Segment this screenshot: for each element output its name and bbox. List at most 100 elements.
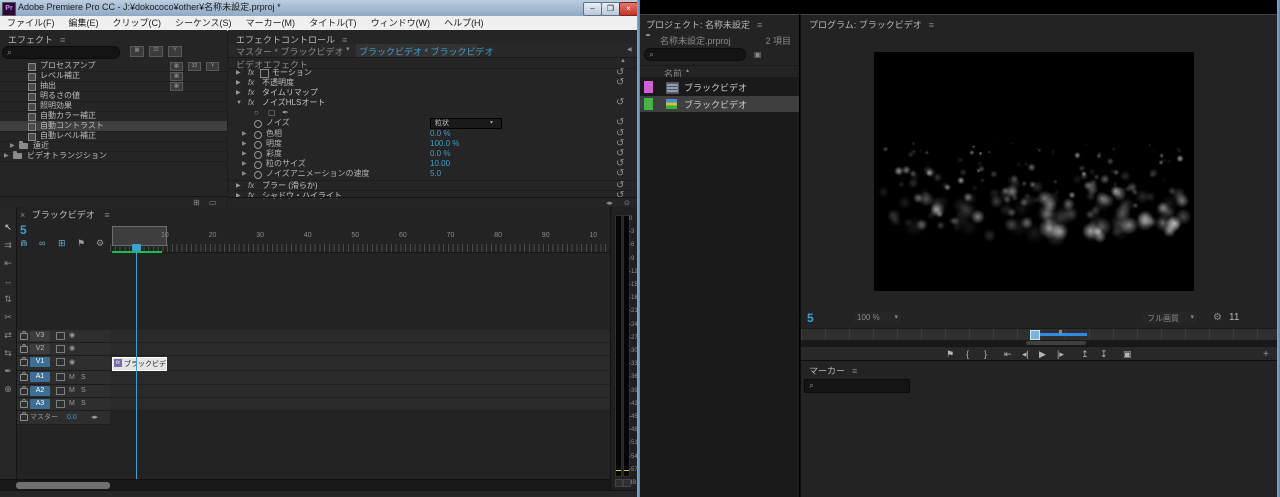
- effect-row-3[interactable]: ▼ fx ノイズHLSオート ↺: [228, 98, 637, 108]
- project-item-clip[interactable]: ブラックビデオ: [640, 79, 799, 95]
- menu-ヘルプ(H)[interactable]: ヘルプ(H): [437, 16, 491, 30]
- new-custom-bin-icon[interactable]: ⊞: [193, 198, 200, 207]
- panel-menu-icon[interactable]: ≡: [929, 20, 934, 30]
- keyframe-nav-icon[interactable]: ◂▸: [91, 411, 98, 424]
- effects-folder-row[interactable]: ▶ ビデオトランジション: [0, 151, 227, 162]
- mini-timeline-icon[interactable]: ⊙: [624, 199, 630, 207]
- reset-param-icon[interactable]: ↺: [616, 118, 624, 128]
- param-row-0[interactable]: ノイズ 粒状 ▾ ↺: [228, 118, 637, 129]
- track-mute-button[interactable]: M: [69, 398, 75, 410]
- settings-wrench-icon[interactable]: ⚙: [1213, 312, 1222, 323]
- track-solo-button[interactable]: S: [81, 398, 86, 410]
- track-solo-button[interactable]: S: [81, 385, 86, 397]
- project-search-input[interactable]: [656, 49, 731, 60]
- source-patch-icon[interactable]: [56, 358, 65, 366]
- project-item-sequence[interactable]: ブラックビデオ: [640, 96, 799, 112]
- param-value[interactable]: 100.0 %: [430, 139, 459, 149]
- track-mute-button[interactable]: M: [69, 385, 75, 397]
- reset-effect-icon[interactable]: ↺: [616, 78, 624, 88]
- track-name-V3[interactable]: V3: [30, 331, 50, 341]
- track-header-A2[interactable]: A2 M S: [17, 385, 110, 398]
- track-mute-button[interactable]: M: [69, 371, 75, 384]
- track-output-eye-icon[interactable]: ◉: [69, 330, 75, 342]
- delete-icon[interactable]: ▭: [209, 198, 217, 207]
- track-lock-icon[interactable]: [20, 386, 28, 395]
- stopwatch-icon[interactable]: [254, 161, 262, 169]
- menu-クリップ(C)[interactable]: クリップ(C): [106, 16, 169, 30]
- source-patch-icon[interactable]: [56, 387, 65, 395]
- reset-effect-icon[interactable]: ↺: [616, 98, 624, 108]
- stopwatch-icon[interactable]: [254, 171, 262, 179]
- param-row-5[interactable]: ▶ ノイズアニメーションの速度 5.0 ↺: [228, 169, 637, 179]
- track-name-V2[interactable]: V2: [30, 344, 50, 354]
- track-header-A3[interactable]: A3 M S: [17, 398, 110, 411]
- noise-type-dropdown[interactable]: 粒状 ▾: [430, 118, 502, 129]
- minimize-button[interactable]: –: [583, 2, 602, 16]
- track-output-eye-icon[interactable]: ◉: [69, 356, 75, 370]
- source-patch-icon[interactable]: [56, 345, 65, 353]
- restore-button[interactable]: ❐: [601, 2, 620, 16]
- disclosure-arrow-icon[interactable]: ▶: [236, 68, 241, 78]
- track-name-A2[interactable]: A2: [30, 386, 50, 396]
- project-file-row[interactable]: 名称未設定.prproj 2 項目: [640, 32, 799, 46]
- track-lane-V1[interactable]: [110, 356, 610, 371]
- effect-row-0[interactable]: ▶ fx モーション ↺: [228, 68, 637, 78]
- markers-search[interactable]: ⌕: [804, 379, 910, 393]
- track-solo-button[interactable]: S: [81, 371, 86, 384]
- track-lane-A3[interactable]: [110, 398, 610, 411]
- scrub-playhead[interactable]: [1030, 330, 1040, 340]
- panel-menu-icon[interactable]: ≡: [852, 366, 857, 376]
- track-name-A1[interactable]: A1: [30, 372, 50, 382]
- source-patch-icon[interactable]: [56, 373, 65, 381]
- stopwatch-icon[interactable]: [254, 141, 262, 149]
- effect-row-1[interactable]: ▶ fx 不透明度 ↺: [228, 78, 637, 88]
- menu-編集(E)[interactable]: 編集(E): [62, 16, 106, 30]
- source-patch-icon[interactable]: [56, 332, 65, 340]
- track-lane-A2[interactable]: [110, 385, 610, 398]
- track-lane-V3[interactable]: [110, 330, 610, 343]
- window-titlebar[interactable]: Pr Adobe Premiere Pro CC - J:¥dokococo¥o…: [0, 0, 638, 17]
- disclosure-arrow-icon[interactable]: ▶: [236, 78, 241, 88]
- filter-bin-icon[interactable]: ▣: [754, 50, 762, 59]
- menu-ファイル(F)[interactable]: ファイル(F): [0, 16, 62, 30]
- close-button[interactable]: ×: [619, 2, 638, 16]
- track-lock-icon[interactable]: [20, 372, 28, 381]
- zoom-level-select[interactable]: 100 % ▾: [853, 312, 901, 323]
- source-patch-icon[interactable]: [56, 400, 65, 408]
- disclosure-arrow-icon[interactable]: ▶: [4, 151, 9, 161]
- effect-row-2[interactable]: ▶ fx タイムリマップ: [228, 88, 637, 98]
- track-header-V1[interactable]: V1 ◉: [17, 356, 110, 371]
- label-color-swatch[interactable]: [644, 98, 653, 110]
- param-value[interactable]: 5.0: [430, 169, 441, 179]
- disclosure-arrow-icon[interactable]: ▶: [242, 169, 247, 179]
- param-value[interactable]: 0.0 %: [430, 149, 450, 159]
- track-header-A1[interactable]: A1 M S: [17, 371, 110, 385]
- track-name-A3[interactable]: A3: [30, 399, 50, 409]
- hscrollbar-thumb[interactable]: [16, 482, 110, 489]
- param-value[interactable]: 10.00: [430, 159, 450, 169]
- menu-ウィンドウ(W)[interactable]: ウィンドウ(W): [364, 16, 438, 30]
- param-row-4[interactable]: ▶ 粒のサイズ 10.00 ↺: [228, 159, 637, 169]
- label-color-swatch[interactable]: [644, 81, 653, 93]
- program-timecode[interactable]: 5: [807, 311, 814, 325]
- track-header-master[interactable]: マスター 0.0 ◂▸: [17, 411, 110, 425]
- track-lock-icon[interactable]: [20, 357, 28, 366]
- mask-rect-icon[interactable]: ▢: [268, 108, 276, 118]
- disclosure-arrow-icon[interactable]: ▶: [10, 141, 15, 151]
- master-volume-value[interactable]: 0.0: [67, 411, 77, 424]
- param-row-2[interactable]: ▶ 明度 100.0 % ↺: [228, 139, 637, 149]
- markers-search-input[interactable]: [816, 380, 894, 391]
- project-search[interactable]: ⌕: [644, 48, 746, 61]
- mask-pen-icon[interactable]: ✒: [282, 108, 289, 118]
- disclosure-arrow-icon[interactable]: ▶: [236, 88, 241, 98]
- param-row-3[interactable]: ▶ 彩度 0.0 % ↺: [228, 149, 637, 159]
- reset-param-icon[interactable]: ↺: [616, 169, 624, 179]
- timeline-clip-black-video[interactable]: fx ブラックビデオ: [112, 357, 167, 371]
- param-row-1[interactable]: ▶ 色相 0.0 % ↺: [228, 129, 637, 139]
- track-lane-A1[interactable]: [110, 371, 610, 385]
- track-lock-icon[interactable]: [20, 399, 28, 408]
- playback-quality-select[interactable]: フル画質 ▾: [1143, 312, 1197, 323]
- disclosure-arrow-icon[interactable]: ▶: [242, 159, 247, 169]
- disclosure-arrow-icon[interactable]: ▶: [242, 139, 247, 149]
- playhead-line[interactable]: [136, 250, 137, 479]
